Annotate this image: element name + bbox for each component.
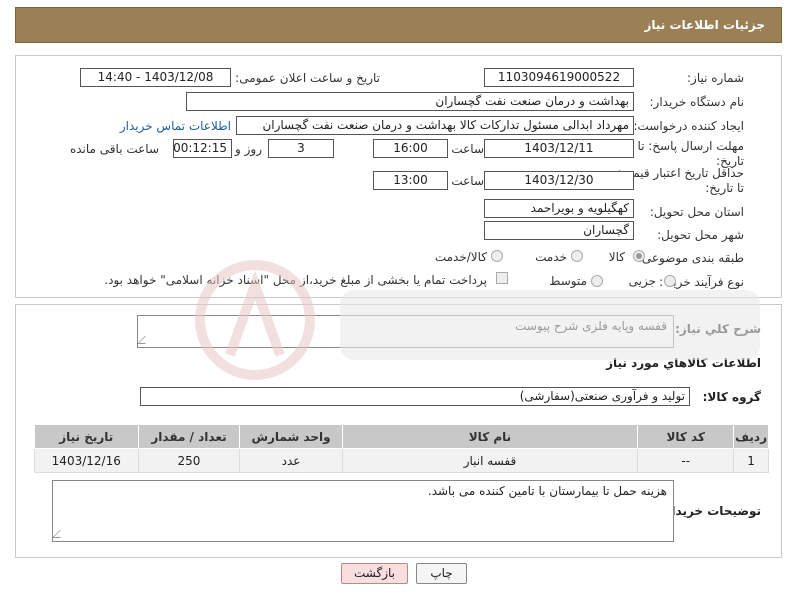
buyer-notes-label: توضيحات خريدار:	[659, 504, 761, 518]
cell-goods-name: قفسه انبار	[341, 448, 639, 473]
payment-note: پرداخت تمام یا بخشی از مبلغ خرید،از محل …	[104, 273, 487, 287]
page-title: جزئیات اطلاعات نیاز	[644, 18, 765, 32]
category-both-label: کالا/خدمت	[434, 250, 487, 264]
category-label: طبقه بندی موضوعی:	[637, 251, 744, 265]
col-need-date: تاريخ نياز	[34, 424, 139, 449]
col-goods-name: نام کالا	[341, 424, 639, 449]
cell-quantity: 250	[137, 448, 241, 473]
remaining-label: ساعت باقی مانده	[69, 142, 159, 156]
cell-row-number: 1	[733, 448, 769, 473]
process-partial-radio[interactable]	[664, 275, 676, 287]
cell-unit: عدد	[239, 448, 343, 473]
cell-need-date: 1403/12/16	[34, 448, 139, 473]
creator-field: مهرداد ابدالی مسئول تدارکات کالا بهداشت …	[236, 116, 634, 135]
col-goods-code: کد کالا	[637, 424, 735, 449]
description-textarea[interactable]: قفسه وپایه فلزی شرح پیوست	[137, 315, 674, 348]
resize-grip-icon	[138, 336, 153, 344]
remaining-time-field: 00:12:15	[173, 139, 232, 158]
validity-time-field: 13:00	[373, 171, 448, 190]
deadline-time-field: 16:00	[373, 139, 448, 158]
buyer-notes-text: هزینه حمل تا بیمارستان با تامین کننده می…	[427, 484, 667, 498]
description-text: قفسه وپایه فلزی شرح پیوست	[515, 319, 667, 333]
city-field: گچساران	[484, 221, 634, 240]
goods-table: رديف کد کالا نام کالا واحد شمارش تعداد /…	[34, 424, 769, 473]
cell-goods-code: --	[637, 448, 735, 473]
process-partial-label: جزیی	[628, 274, 656, 288]
buyer-org-field: بهداشت و درمان صنعت نفت گچساران	[186, 92, 634, 111]
category-service-radio[interactable]	[571, 250, 583, 262]
goods-section-title: اطلاعات کالاهاي مورد نياز	[606, 356, 761, 370]
validity-date-field: 1403/12/30	[484, 171, 634, 190]
table-row: 1 -- قفسه انبار عدد 250 1403/12/16	[34, 448, 769, 473]
buyer-contact-link[interactable]: اطلاعات تماس خریدار	[120, 119, 231, 133]
city-label: شهر محل تحویل:	[657, 228, 744, 242]
deadline-date-field: 1403/12/11	[484, 139, 634, 158]
validity-time-label: ساعت	[451, 174, 484, 188]
page-header: جزئیات اطلاعات نیاز	[15, 7, 782, 43]
description-label: شرح کلي نياز:	[675, 322, 761, 336]
category-service-label: خدمت	[535, 250, 567, 264]
province-label: استان محل تحویل:	[649, 205, 744, 219]
process-medium-label: متوسط	[549, 274, 587, 288]
buyer-notes-textarea[interactable]: هزینه حمل تا بیمارستان با تامین کننده می…	[52, 480, 674, 542]
category-goods-radio[interactable]	[633, 250, 645, 262]
days-field: 3	[268, 139, 334, 158]
buyer-org-label: نام دستگاه خریدار:	[649, 95, 745, 109]
need-number-label: شماره نیاز:	[687, 71, 744, 85]
province-field: کهگیلویه و بویراحمد	[484, 199, 634, 218]
back-button[interactable]: بازگشت	[341, 563, 408, 584]
announce-label: تاریخ و ساعت اعلان عمومی:	[235, 71, 380, 85]
treasury-checkbox[interactable]	[496, 272, 508, 284]
deadline-label: مهلت ارسال پاسخ: تا تاریخ:	[637, 139, 744, 168]
table-header-row: رديف کد کالا نام کالا واحد شمارش تعداد /…	[34, 424, 769, 449]
deadline-time-label: ساعت	[451, 142, 484, 156]
col-row-number: رديف	[733, 424, 769, 449]
process-medium-radio[interactable]	[591, 275, 603, 287]
goods-group-label: گروه کالا:	[702, 390, 761, 404]
goods-group-field: تولید و فرآوری صنعتی(سفارشی)	[140, 387, 690, 406]
resize-grip-icon	[53, 530, 68, 538]
category-both-radio[interactable]	[491, 250, 503, 262]
col-quantity: تعداد / مقدار	[137, 424, 241, 449]
print-button[interactable]: چاپ	[416, 563, 467, 584]
days-label: روز و	[235, 142, 262, 156]
category-goods-label: کالا	[608, 250, 625, 264]
announce-field: 1403/12/08 - 14:40	[80, 68, 231, 87]
col-unit: واحد شمارش	[239, 424, 343, 449]
need-number-field: 1103094619000522	[484, 68, 634, 87]
creator-label: ایجاد کننده درخواست:	[633, 119, 744, 133]
